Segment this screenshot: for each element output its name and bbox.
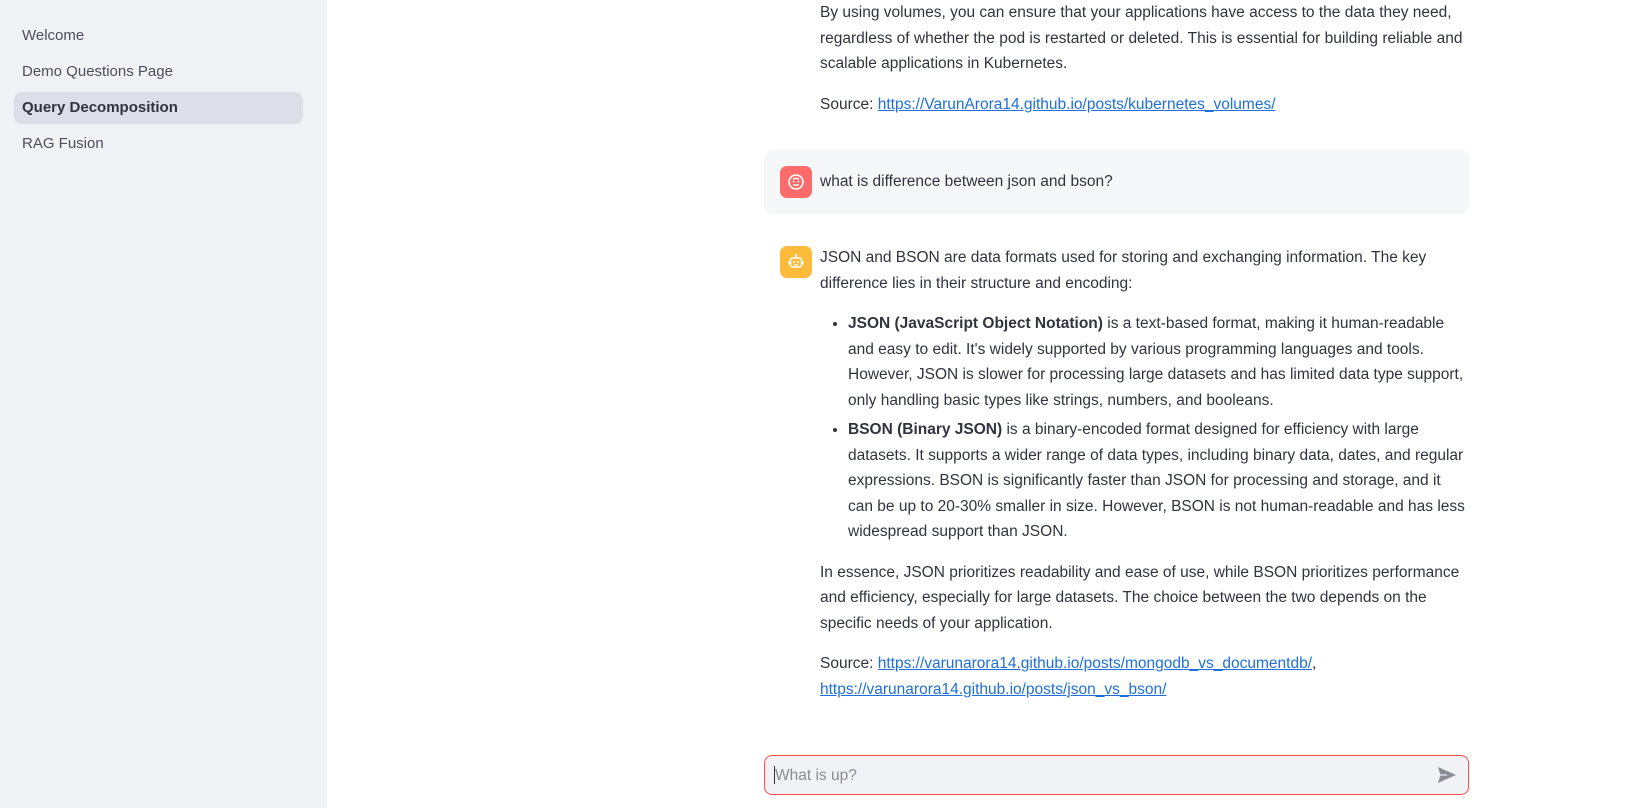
list-item: BSON (Binary JSON) is a binary-encoded f… bbox=[848, 417, 1469, 545]
app: Welcome Demo Questions Page Query Decomp… bbox=[0, 0, 1637, 808]
previous-answer-paragraph: By using volumes, you can ensure that yo… bbox=[820, 4, 1463, 72]
answer-intro: JSON and BSON are data formats used for … bbox=[820, 249, 1427, 292]
sidebar-nav: Welcome Demo Questions Page Query Decomp… bbox=[14, 20, 303, 164]
source-link[interactable]: https://VarunArora14.github.io/posts/kub… bbox=[878, 96, 1276, 113]
user-avatar bbox=[780, 166, 812, 198]
answer-source: Source: https://varunarora14.github.io/p… bbox=[820, 651, 1469, 702]
user-message: what is difference between json and bson… bbox=[764, 150, 1469, 214]
chat-input-container bbox=[764, 755, 1469, 796]
source-label: Source: bbox=[820, 655, 878, 672]
source-label: Source: bbox=[820, 95, 878, 113]
chat-input[interactable] bbox=[773, 756, 1417, 796]
bullet-term: JSON (JavaScript Object Notation) bbox=[848, 315, 1103, 332]
user-message-text: what is difference between json and bson… bbox=[820, 173, 1113, 190]
send-icon[interactable] bbox=[1436, 765, 1458, 785]
previous-answer-source: Source: https://VarunArora14.github.io/p… bbox=[820, 92, 1469, 118]
sidebar-item-query-decomposition[interactable]: Query Decomposition bbox=[14, 92, 303, 124]
source-separator: , bbox=[1312, 655, 1317, 672]
robot-icon bbox=[788, 253, 804, 268]
sidebar-item-rag-fusion[interactable]: RAG Fusion bbox=[14, 128, 303, 160]
previous-answer: By using volumes, you can ensure that yo… bbox=[820, 0, 1469, 117]
assistant-avatar bbox=[780, 246, 812, 278]
source-link[interactable]: https://varunarora14.github.io/posts/mon… bbox=[878, 655, 1312, 672]
bullet-text: is a binary-encoded format designed for … bbox=[848, 421, 1465, 540]
answer-bullet-list: JSON (JavaScript Object Notation) is a t… bbox=[820, 311, 1469, 545]
main-content: By using volumes, you can ensure that yo… bbox=[327, 0, 1637, 808]
sidebar-item-welcome[interactable]: Welcome bbox=[14, 20, 303, 52]
assistant-answer: JSON and BSON are data formats used for … bbox=[820, 245, 1469, 702]
smiley-face-icon bbox=[788, 174, 804, 190]
bullet-term: BSON (Binary JSON) bbox=[848, 421, 1003, 438]
text-caret bbox=[774, 766, 775, 784]
sidebar: Welcome Demo Questions Page Query Decomp… bbox=[0, 0, 327, 808]
source-link[interactable]: https://varunarora14.github.io/posts/jso… bbox=[820, 681, 1166, 698]
sidebar-item-demo-questions[interactable]: Demo Questions Page bbox=[14, 56, 303, 88]
answer-conclusion: In essence, JSON prioritizes readability… bbox=[820, 563, 1460, 632]
list-item: JSON (JavaScript Object Notation) is a t… bbox=[848, 311, 1469, 413]
